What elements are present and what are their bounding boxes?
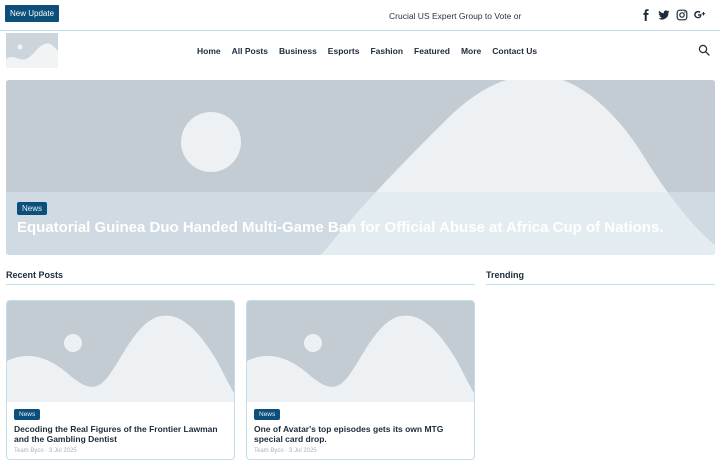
google-plus-icon[interactable] bbox=[694, 9, 706, 21]
hero-title[interactable]: Equatorial Guinea Duo Handed Multi-Game … bbox=[17, 219, 707, 237]
post-card[interactable]: News Decoding the Real Figures of the Fr… bbox=[6, 300, 235, 460]
instagram-icon[interactable] bbox=[676, 9, 688, 21]
post-meta: Team Byco · 3 Jul 2025 bbox=[254, 448, 317, 454]
facebook-icon[interactable] bbox=[640, 9, 652, 21]
recent-posts-heading: Recent Posts bbox=[6, 270, 64, 280]
post-title[interactable]: Decoding the Real Figures of the Frontie… bbox=[14, 424, 228, 444]
news-ticker[interactable]: Crucial US Expert Group to Vote or bbox=[389, 11, 521, 21]
nav-contact-us[interactable]: Contact Us bbox=[492, 44, 537, 58]
hero-featured-post[interactable]: News Equatorial Guinea Duo Handed Multi-… bbox=[6, 80, 715, 255]
trending-divider bbox=[486, 284, 715, 285]
nav-fashion[interactable]: Fashion bbox=[370, 44, 403, 58]
new-update-badge[interactable]: New Update bbox=[5, 5, 60, 22]
post-meta: Team Byco · 3 Jul 2025 bbox=[14, 448, 77, 454]
nav-business[interactable]: Business bbox=[279, 44, 317, 58]
recent-posts-divider bbox=[6, 284, 475, 285]
post-category-tag[interactable]: News bbox=[254, 409, 281, 420]
nav-more[interactable]: More bbox=[461, 44, 481, 58]
nav-esports[interactable]: Esports bbox=[328, 44, 360, 58]
post-title[interactable]: One of Avatar's top episodes gets its ow… bbox=[254, 424, 468, 444]
site-logo[interactable] bbox=[6, 33, 58, 68]
post-thumbnail-placeholder bbox=[247, 301, 474, 402]
post-card[interactable]: News One of Avatar's top episodes gets i… bbox=[246, 300, 475, 460]
top-bar: New Update Crucial US Expert Group to Vo… bbox=[0, 0, 720, 31]
post-category-tag[interactable]: News bbox=[14, 409, 41, 420]
nav-home[interactable]: Home bbox=[197, 44, 221, 58]
search-icon[interactable] bbox=[698, 44, 710, 56]
main-nav: Home All Posts Business Esports Fashion … bbox=[197, 44, 537, 58]
nav-featured[interactable]: Featured bbox=[414, 44, 450, 58]
hero-category-tag[interactable]: News bbox=[17, 202, 48, 215]
nav-all-posts[interactable]: All Posts bbox=[232, 44, 268, 58]
trending-heading: Trending bbox=[486, 270, 524, 280]
post-thumbnail-placeholder bbox=[7, 301, 234, 402]
twitter-icon[interactable] bbox=[658, 9, 670, 21]
